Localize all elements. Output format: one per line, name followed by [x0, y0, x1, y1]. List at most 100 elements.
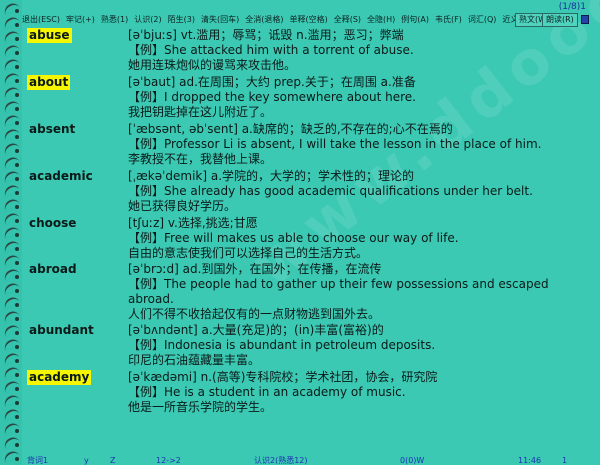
- spiral-hole: [15, 275, 19, 279]
- spiral-coil: [2, 56, 20, 72]
- menu-item[interactable]: 例句(A): [401, 13, 429, 27]
- definition: [əˈbrɔːd] ad.到国外，在国外；在传播，在流传: [128, 262, 382, 276]
- spiral-coil: [2, 406, 20, 422]
- example-translation: 我把钥匙掉在这儿附近了。: [128, 105, 273, 119]
- status-mode: 背词1: [27, 456, 49, 465]
- spiral-coil: [2, 140, 20, 156]
- example-sentence: 【例】Free will makes us able to choose our…: [128, 231, 459, 245]
- spiral-hole: [15, 107, 19, 111]
- spiral-hole: [15, 191, 19, 195]
- definition: [əˈbʌndənt] a.大量(充足)的；(in)丰富(富裕)的: [128, 323, 384, 337]
- example-translation: 她用连珠炮似的谩骂来攻击他。: [128, 58, 297, 72]
- definition: [ˈæbsənt, əbˈsent] a.缺席的；缺乏的,不存在的;心不在焉的: [128, 122, 453, 136]
- spiral-coil: [2, 448, 20, 464]
- spiral-coil: [2, 210, 20, 226]
- spiral-coil: [2, 308, 20, 324]
- spiral-hole: [15, 93, 19, 97]
- spiral-coil: [2, 392, 20, 408]
- spiral-hole: [15, 345, 19, 349]
- spiral-hole: [15, 23, 19, 27]
- spiral-hole: [15, 303, 19, 307]
- spiral-coil: [2, 266, 20, 282]
- headword[interactable]: choose: [27, 216, 78, 231]
- spiral-hole: [15, 401, 19, 405]
- example-sentence: 【例】He is a student in an academy of musi…: [128, 385, 406, 399]
- headword[interactable]: about: [27, 75, 71, 90]
- spiral-coil: [2, 322, 20, 338]
- spiral-hole: [15, 37, 19, 41]
- example-sentence: 【例】She already has good academic qualifi…: [128, 184, 533, 198]
- menu-item[interactable]: 退出(ESC): [22, 13, 60, 27]
- menu-item[interactable]: 清失(回车): [201, 13, 239, 27]
- spiral-coil: [2, 168, 20, 184]
- page-indicator: (1/8)1: [558, 2, 586, 12]
- example-translation: 他是一所音乐学院的学生。: [128, 400, 273, 414]
- example-sentence: 【例】She attacked him with a torrent of ab…: [128, 43, 414, 57]
- menu-item[interactable]: 词汇(Q): [468, 13, 497, 27]
- spiral-hole: [15, 79, 19, 83]
- spiral-coil: [2, 28, 20, 44]
- status-count: 0(0)W: [400, 456, 425, 465]
- example-translation: 自由的意志使我们可以选择自己的生活方式。: [128, 246, 369, 260]
- headword[interactable]: academic: [27, 169, 95, 184]
- spiral-hole: [15, 457, 19, 461]
- example-sentence: 【例】Professor Li is absent, I will take t…: [128, 137, 542, 151]
- spiral-hole: [15, 359, 19, 363]
- menu-item[interactable]: 韦氏(F): [435, 13, 462, 27]
- spiral-coil: [2, 84, 20, 100]
- spiral-coil: [2, 14, 20, 30]
- checkbox-icon[interactable]: [581, 15, 589, 24]
- spiral-binding: [0, 0, 22, 465]
- example-sentence: 【例】The people had to gather up their few…: [128, 277, 549, 306]
- spiral-coil: [2, 0, 20, 16]
- spiral-coil: [2, 280, 20, 296]
- spiral-coil: [2, 434, 20, 450]
- menu-item[interactable]: 全消(退格): [245, 13, 283, 27]
- spiral-hole: [15, 261, 19, 265]
- spiral-coil: [2, 126, 20, 142]
- menu-button[interactable]: 朗读(R): [542, 13, 578, 27]
- menu-item[interactable]: 全隐(H): [367, 13, 395, 27]
- menu-item[interactable]: 全释(S): [334, 13, 361, 27]
- status-y: y: [84, 456, 89, 465]
- spiral-hole: [15, 219, 19, 223]
- menu-bar: 退出(ESC) 牢记(+) 熟悉(1) 认识(2) 陌生(3) 清失(回车) 全消(退格) 单…: [22, 13, 600, 27]
- spiral-hole: [15, 205, 19, 209]
- spiral-coil: [2, 336, 20, 352]
- definition: [əˈkædəmi] n.(高等)专科院校；学术社团，协会，研究院: [128, 370, 438, 384]
- status-extra: 1: [562, 456, 568, 465]
- spiral-coil: [2, 350, 20, 366]
- headword[interactable]: abuse: [27, 28, 72, 43]
- definition: [əˈbjuːs] vt.滥用；辱骂；诋毁 n.滥用；恶习；弊端: [128, 28, 404, 42]
- menu-item[interactable]: 熟悉(1): [101, 13, 128, 27]
- spiral-coil: [2, 196, 20, 212]
- spiral-coil: [2, 112, 20, 128]
- example-sentence: 【例】I dropped the key somewhere about her…: [128, 90, 416, 104]
- headword[interactable]: absent: [27, 122, 77, 137]
- example-translation: 李教授不在，我替他上课。: [128, 152, 273, 166]
- menu-item[interactable]: 单释(空格): [289, 13, 327, 27]
- spiral-coil: [2, 294, 20, 310]
- menu-item[interactable]: 陌生(3): [168, 13, 195, 27]
- menu-item[interactable]: 牢记(+): [66, 13, 95, 27]
- spiral-hole: [15, 9, 19, 13]
- spiral-coil: [2, 378, 20, 394]
- example-sentence: 【例】Indonesia is abundant in petroleum de…: [128, 338, 436, 352]
- menu-item[interactable]: 认识(2): [134, 13, 161, 27]
- status-bar: 背词1 y Z 12->2 认识2(熟悉12) 0(0)W 11:46 1: [22, 456, 600, 465]
- example-translation: 印尼的石油蕴藏量丰富。: [128, 353, 261, 367]
- spiral-hole: [15, 289, 19, 293]
- spiral-hole: [15, 233, 19, 237]
- spiral-hole: [15, 149, 19, 153]
- headword[interactable]: academy: [27, 370, 92, 385]
- status-time: 11:46: [518, 456, 542, 465]
- headword[interactable]: abroad: [27, 262, 79, 277]
- status-z: Z: [110, 456, 116, 465]
- definition: [əˈbaut] ad.在周围；大约 prep.关于；在周围 a.准备: [128, 75, 416, 89]
- spiral-coil: [2, 70, 20, 86]
- spiral-hole: [15, 331, 19, 335]
- headword[interactable]: abundant: [27, 323, 96, 338]
- spiral-coil: [2, 252, 20, 268]
- spiral-hole: [15, 373, 19, 377]
- definition: [tʃuːz] v.选择,挑选;甘愿: [128, 216, 258, 230]
